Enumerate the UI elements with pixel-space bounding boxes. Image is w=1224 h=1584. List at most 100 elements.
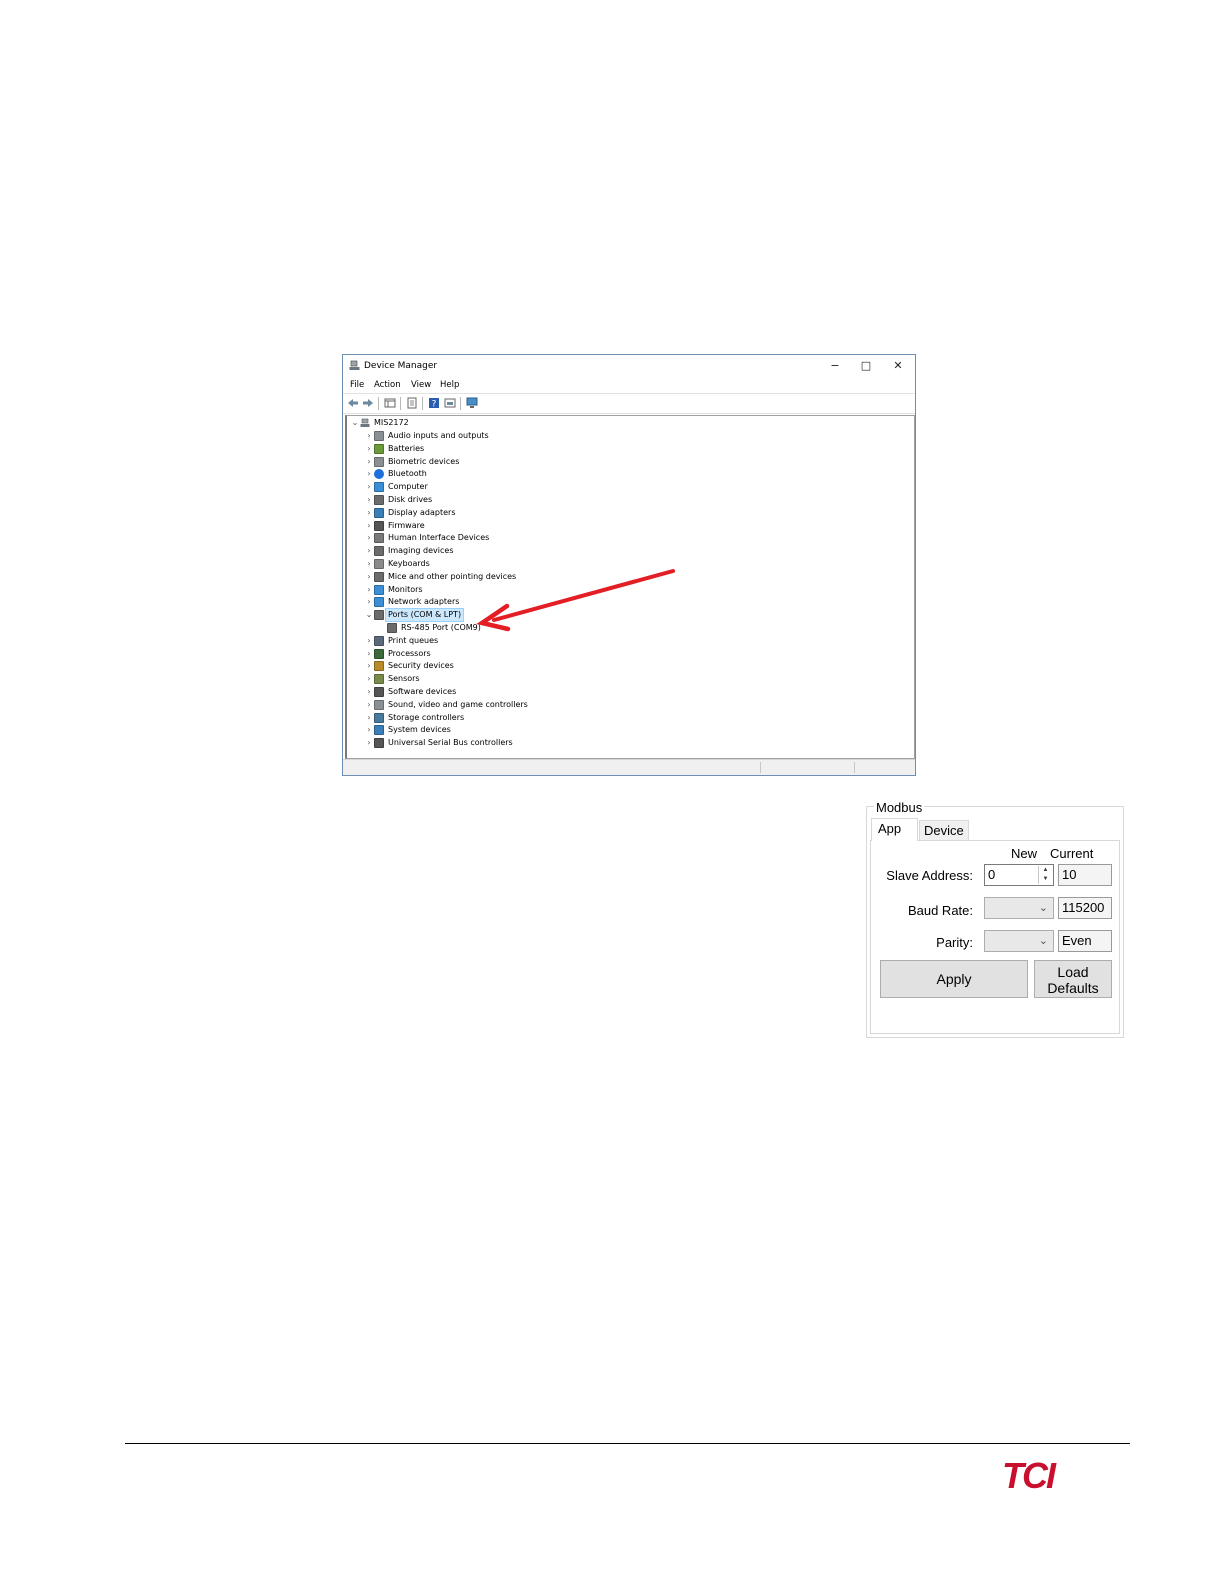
tree-item[interactable]: › Biometric devices (365, 456, 665, 468)
computer-root-icon (360, 418, 370, 427)
tree-item-label: Storage controllers (388, 712, 465, 722)
tab-device[interactable]: Device (919, 820, 969, 840)
title-bar: Device Manager − □ ✕ (343, 355, 915, 376)
chevron-right-icon[interactable]: › (365, 507, 373, 519)
slave-address-new-input[interactable]: 0 ▲ ▼ (984, 864, 1054, 886)
chevron-right-icon[interactable]: › (365, 571, 373, 583)
tree-item[interactable]: › Batteries (365, 443, 665, 455)
slave-address-current-field: 10 (1058, 864, 1112, 886)
menu-file[interactable]: File (350, 380, 364, 390)
help-icon[interactable]: ? (428, 397, 440, 409)
apply-button[interactable]: Apply (880, 960, 1028, 998)
tree-item[interactable]: › Universal Serial Bus controllers (365, 737, 665, 749)
parity-new-select[interactable]: ⌄ (984, 930, 1054, 952)
view-icon[interactable] (444, 397, 456, 409)
tree-item-label: Disk drives (388, 495, 433, 504)
tree-item-label: Batteries (388, 443, 425, 453)
tab-app[interactable]: App (871, 818, 918, 841)
tree-item-label: Ports (COM & LPT) (384, 608, 465, 623)
chevron-right-icon[interactable]: › (365, 648, 373, 660)
chevron-right-icon[interactable]: › (365, 660, 373, 672)
baud-rate-current-field: 115200 (1058, 897, 1112, 919)
tree-item[interactable]: › Software devices (365, 686, 665, 698)
chevron-right-icon[interactable]: › (365, 699, 373, 711)
chevron-right-icon[interactable]: › (365, 520, 373, 532)
new-column-header: New (1011, 846, 1038, 861)
chevron-right-icon[interactable]: › (365, 430, 373, 442)
tree-item[interactable]: › Print queues (365, 635, 665, 647)
close-button[interactable]: ✕ (884, 358, 912, 374)
tree-item[interactable]: › Processors (365, 648, 665, 660)
tree-root[interactable]: ⌄ MIS2172 (351, 417, 651, 429)
svg-text:TCI: TCI (1002, 1455, 1057, 1494)
tree-item[interactable]: › Human Interface Devices (365, 532, 665, 544)
chevron-right-icon[interactable]: › (365, 558, 373, 570)
chevron-right-icon[interactable]: › (365, 635, 373, 647)
tree-item-label: Keyboards (388, 559, 430, 568)
tree-item-label: Monitors (388, 584, 423, 594)
tree-item[interactable]: › Audio inputs and outputs (365, 430, 665, 442)
computer-icon (374, 482, 384, 493)
chevron-right-icon[interactable]: › (365, 596, 373, 608)
toolbar-separator (422, 397, 423, 410)
chevron-right-icon[interactable]: › (365, 686, 373, 698)
tree-item-label: Sensors (388, 674, 420, 684)
chevron-right-icon[interactable]: › (365, 673, 373, 685)
slave-address-spinner[interactable]: ▲ ▼ (1038, 866, 1052, 884)
load-defaults-button[interactable]: Load Defaults (1034, 960, 1112, 998)
tree-item[interactable]: › Bluetooth (365, 468, 665, 480)
tree-root-label: MIS2172 (374, 418, 409, 427)
tree-item[interactable]: › Display adapters (365, 507, 665, 519)
chevron-down-icon[interactable]: ⌄ (365, 609, 373, 621)
chevron-right-icon[interactable]: › (365, 584, 373, 596)
chevron-right-icon[interactable]: › (365, 443, 373, 455)
spinner-up-icon[interactable]: ▲ (1039, 866, 1052, 875)
chevron-right-icon[interactable]: › (365, 545, 373, 557)
chevron-right-icon[interactable]: › (365, 737, 373, 749)
tree-item[interactable]: › Computer (365, 481, 665, 493)
tree-item[interactable]: › Disk drives (365, 494, 665, 506)
chevron-down-icon: ⌄ (1038, 935, 1048, 947)
scan-hardware-icon[interactable] (466, 397, 478, 409)
storage-controller-icon (374, 712, 384, 723)
chevron-right-icon[interactable]: › (365, 724, 373, 736)
chevron-right-icon[interactable]: › (365, 468, 373, 480)
tree-item[interactable]: › Firmware (365, 520, 665, 532)
properties-icon[interactable] (406, 397, 418, 409)
show-hide-console-tree-icon[interactable] (384, 397, 396, 409)
baud-rate-label: Baud Rate: (907, 903, 973, 918)
chevron-right-icon[interactable]: › (365, 494, 373, 506)
tree-item-label: Human Interface Devices (388, 533, 490, 543)
menu-view[interactable]: View (411, 380, 431, 390)
tree-item-label: Security devices (388, 661, 454, 671)
minimize-button[interactable]: − (821, 358, 849, 374)
chevron-right-icon[interactable]: › (365, 456, 373, 468)
chevron-down-icon[interactable]: ⌄ (351, 417, 359, 429)
status-bar (343, 759, 915, 775)
fingerprint-icon (374, 456, 384, 467)
back-arrow-icon[interactable] (347, 397, 359, 409)
menu-action[interactable]: Action (374, 380, 401, 390)
forward-arrow-icon[interactable] (362, 397, 374, 409)
baud-rate-new-select[interactable]: ⌄ (984, 897, 1054, 919)
tree-item-label: Audio inputs and outputs (388, 431, 489, 440)
tree-item[interactable]: › Security devices (365, 660, 665, 672)
tree-item-label: System devices (388, 725, 451, 735)
tree-item[interactable]: › Sound, video and game controllers (365, 699, 665, 711)
toolbar-separator (400, 397, 401, 410)
device-manager-icon (349, 360, 360, 370)
chevron-right-icon[interactable]: › (365, 532, 373, 544)
menu-help[interactable]: Help (440, 380, 459, 390)
disk-drive-icon (374, 495, 384, 505)
keyboard-icon (374, 559, 384, 569)
bluetooth-icon (374, 469, 384, 480)
chevron-right-icon[interactable]: › (365, 481, 373, 493)
tree-item[interactable]: › Storage controllers (365, 712, 665, 724)
tree-item[interactable]: › Sensors (365, 673, 665, 685)
tree-item[interactable]: › System devices (365, 724, 665, 736)
chevron-right-icon[interactable]: › (365, 712, 373, 724)
maximize-button[interactable]: □ (852, 358, 880, 374)
spinner-down-icon[interactable]: ▼ (1039, 875, 1052, 884)
parity-label: Parity: (936, 935, 973, 950)
tree-item[interactable]: › Imaging devices (365, 545, 665, 557)
